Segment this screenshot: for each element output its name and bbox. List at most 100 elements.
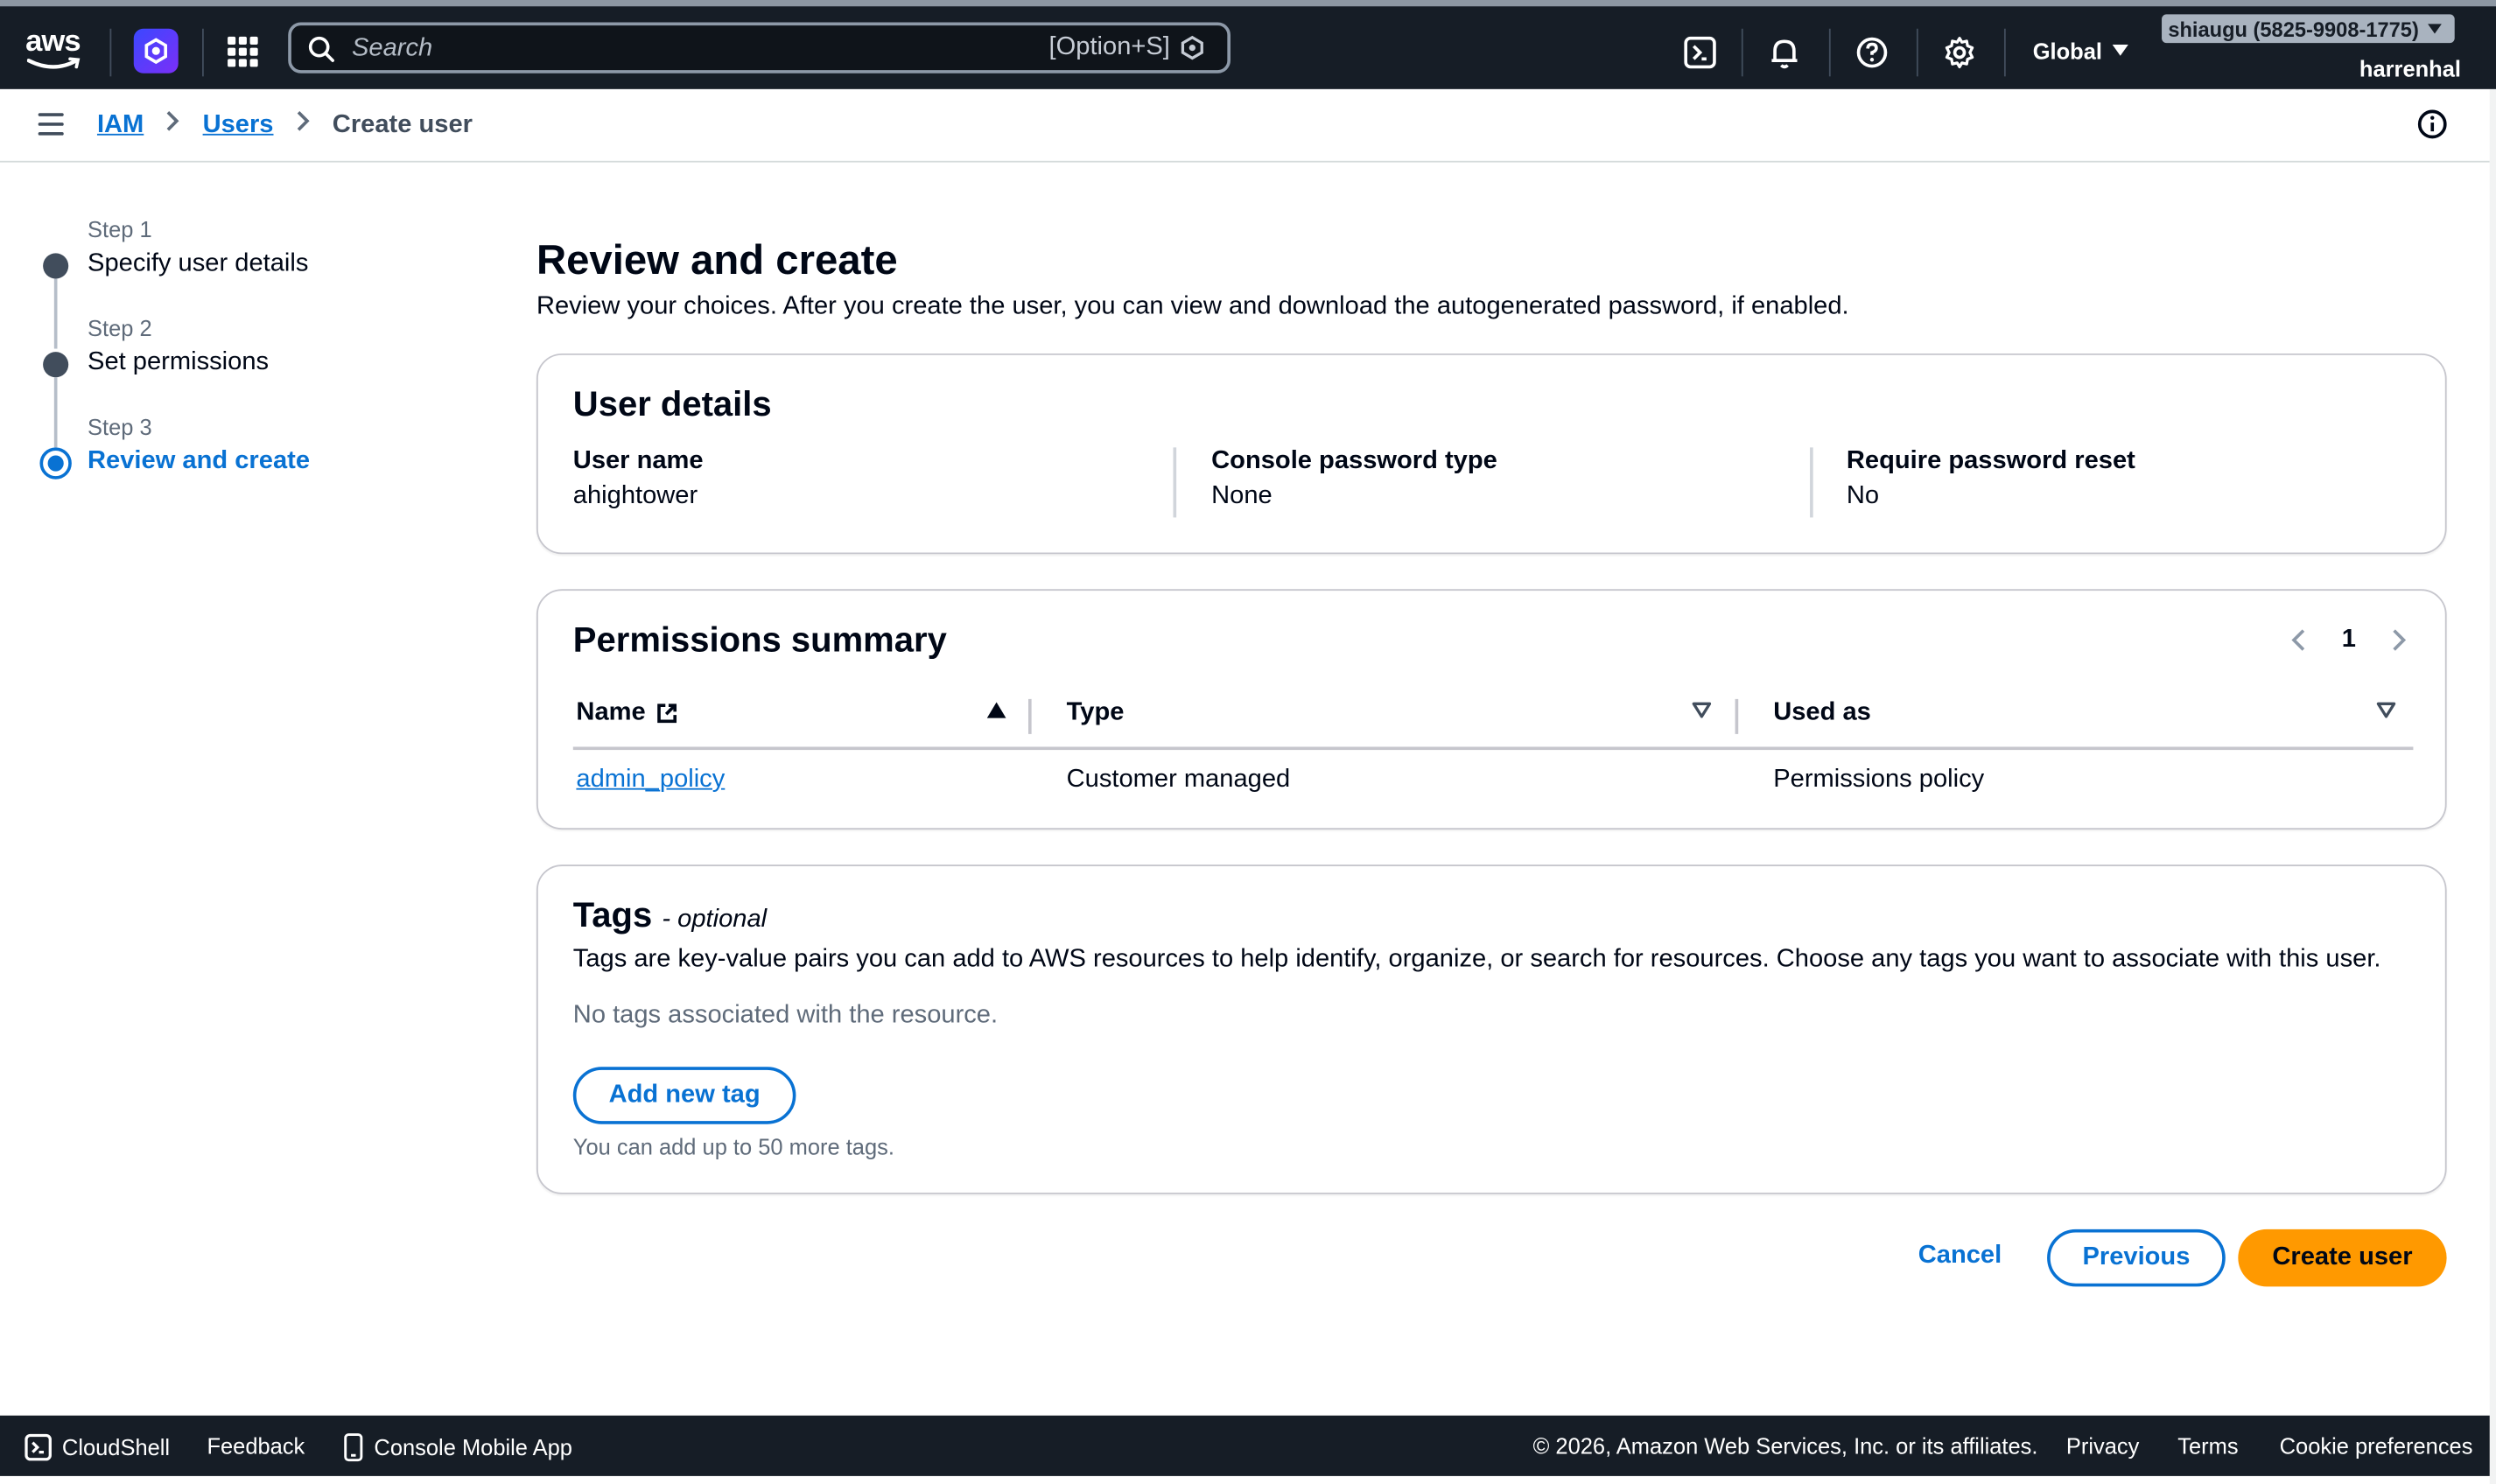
nav-divider	[109, 28, 112, 77]
search-placeholder: Search	[351, 35, 433, 62]
field-value: ahightower	[572, 482, 698, 510]
region-label: Global	[2032, 38, 2102, 64]
field-user-name: User name ahightower	[573, 447, 1178, 511]
field-require-password-reset: Require password reset No	[1847, 447, 2451, 511]
footer-cookie-preferences[interactable]: Cookie preferences	[2280, 1433, 2473, 1459]
step-active-icon	[39, 447, 72, 480]
info-icon[interactable]	[2416, 108, 2448, 140]
step-3: Step 3 Review and create	[35, 404, 449, 503]
column-label: Type	[1066, 698, 1125, 726]
chevron-right-icon[interactable]	[2391, 627, 2407, 653]
cancel-button[interactable]: Cancel	[1918, 1242, 2002, 1270]
step-1[interactable]: Step 1 Specify user details	[35, 207, 449, 349]
chevron-right-icon	[166, 110, 180, 141]
page-description: Review your choices. After you create th…	[536, 292, 1849, 320]
footer-terms[interactable]: Terms	[2177, 1433, 2238, 1459]
top-navigation: aws Search [Option+S] Global shiaugu (58…	[0, 0, 2496, 89]
column-divider	[1810, 447, 1813, 518]
footer: CloudShell Feedback Console Mobile App ©…	[0, 1415, 2490, 1476]
table-header: Name Type Used as	[572, 690, 2414, 751]
column-header-name[interactable]: Name	[576, 699, 677, 728]
bell-icon[interactable]	[1767, 35, 1802, 70]
chevron-left-icon[interactable]	[2291, 627, 2307, 653]
step-name: Review and create	[88, 447, 310, 475]
caret-down-icon	[2111, 44, 2128, 56]
page-number[interactable]: 1	[2342, 626, 2356, 654]
breadcrumb-iam[interactable]: IAM	[97, 110, 144, 139]
step-dot-icon	[43, 352, 69, 378]
user-name[interactable]: harrenhal	[2359, 56, 2461, 81]
column-divider[interactable]	[1027, 698, 1032, 734]
column-divider[interactable]	[1735, 698, 1739, 734]
footer-mobile-label: Console Mobile App	[374, 1434, 572, 1460]
permissions-heading: Permissions summary	[572, 619, 947, 660]
region-selector[interactable]: Global	[2033, 38, 2128, 64]
user-details-card: User details User name ahightower Consol…	[536, 353, 2447, 555]
account-selector[interactable]: shiaugu (5825-9908-1775)	[2162, 14, 2454, 44]
nav-divider	[1916, 28, 1918, 77]
aws-logo[interactable]: aws	[25, 25, 82, 74]
footer-copyright: © 2026, Amazon Web Services, Inc. or its…	[1532, 1432, 2038, 1459]
cloudshell-icon[interactable]	[1683, 35, 1718, 70]
field-key: Console password type	[1211, 447, 1497, 475]
step-name: Specify user details	[88, 249, 309, 277]
column-label: Used as	[1773, 698, 1871, 726]
nav-divider	[2003, 28, 2006, 77]
nav-divider	[1828, 28, 1831, 77]
column-divider	[1173, 447, 1177, 518]
mobile-phone-icon	[344, 1433, 363, 1462]
column-header-used-as[interactable]: Used as	[1773, 699, 1871, 728]
field-key: User name	[572, 447, 704, 475]
aws-smile-icon	[26, 57, 81, 69]
breadcrumb-bar: IAM Users Create user	[0, 88, 2490, 163]
field-key: Require password reset	[1846, 447, 2135, 475]
footer-mobile-app[interactable]: Console Mobile App	[344, 1433, 572, 1462]
policy-type: Customer managed	[1066, 766, 1291, 794]
footer-cloudshell-label: CloudShell	[61, 1434, 171, 1460]
policy-link[interactable]: admin_policy	[576, 766, 725, 794]
chevron-right-icon	[296, 110, 310, 141]
column-label: Name	[576, 698, 646, 726]
user-details-heading: User details	[572, 383, 772, 424]
help-icon[interactable]	[1854, 35, 1890, 70]
sort-ascending-icon[interactable]	[986, 702, 1006, 718]
services-grid-icon[interactable]	[228, 36, 258, 67]
tags-heading-text: Tags	[572, 894, 653, 935]
breadcrumb-current: Create user	[332, 110, 473, 138]
amazon-q-icon[interactable]	[133, 28, 179, 74]
caret-down-icon	[2427, 23, 2442, 33]
field-value: No	[1846, 482, 1880, 510]
scrollbar[interactable]	[2489, 88, 2496, 1484]
sort-icon[interactable]	[1692, 702, 1712, 718]
app-root: aws Search [Option+S] Global shiaugu (58…	[0, 0, 2496, 1484]
step-2[interactable]: Step 2 Set permissions	[35, 305, 449, 448]
tags-hint: You can add up to 50 more tags.	[572, 1133, 894, 1159]
step-label: Step 3	[88, 414, 152, 440]
previous-button[interactable]: Previous	[2047, 1228, 2226, 1287]
tags-description: Tags are key-value pairs you can add to …	[572, 945, 2381, 973]
wizard-steps: Step 1 Specify user details Step 2 Set p…	[35, 207, 449, 503]
permissions-summary-card: Permissions summary 1 Name Type Used as …	[536, 589, 2447, 830]
nav-divider	[201, 28, 204, 77]
nav-divider	[1741, 28, 1743, 77]
create-user-button[interactable]: Create user	[2238, 1228, 2447, 1287]
footer-cloudshell[interactable]: CloudShell	[24, 1433, 170, 1462]
footer-privacy[interactable]: Privacy	[2066, 1433, 2139, 1459]
sort-icon[interactable]	[2376, 702, 2396, 718]
tags-empty-state: No tags associated with the resource.	[572, 1001, 999, 1029]
menu-icon[interactable]	[38, 113, 64, 136]
tags-optional-label: - optional	[662, 906, 768, 934]
cloudshell-icon	[25, 1433, 52, 1461]
gear-icon[interactable]	[1942, 35, 1977, 70]
column-header-type[interactable]: Type	[1067, 699, 1125, 728]
external-link-icon	[656, 704, 677, 724]
add-new-tag-button[interactable]: Add new tag	[572, 1067, 796, 1124]
search-input[interactable]: Search [Option+S]	[288, 22, 1230, 74]
footer-feedback[interactable]: Feedback	[207, 1433, 305, 1459]
breadcrumb: IAM Users Create user	[97, 110, 473, 141]
pagination: 1	[2291, 626, 2408, 654]
search-shortcut-text: [Option+S]	[1048, 33, 1170, 61]
breadcrumb-users[interactable]: Users	[203, 110, 274, 139]
amazon-q-small-icon	[1181, 35, 1203, 60]
step-label: Step 2	[88, 315, 152, 341]
